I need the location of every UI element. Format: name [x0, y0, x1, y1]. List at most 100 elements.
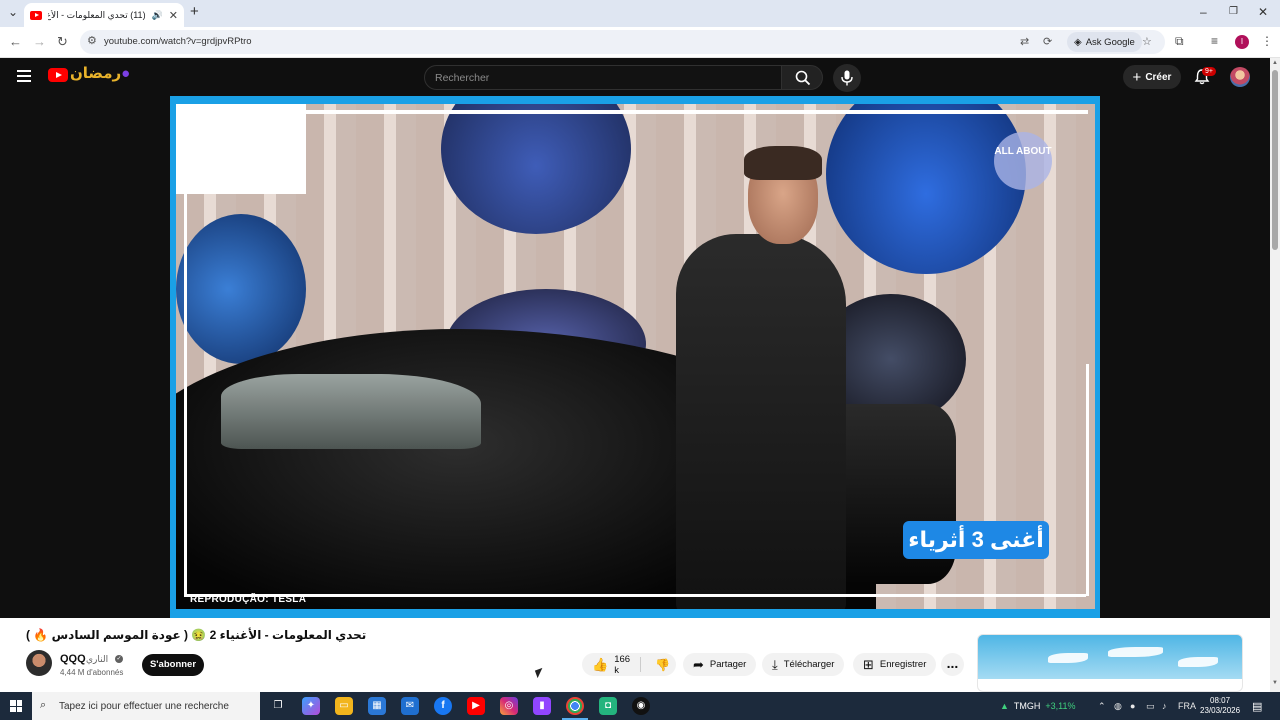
chat-app-icon[interactable]: ◘: [599, 697, 617, 715]
ask-google-button[interactable]: ◈ Ask Google: [1067, 32, 1142, 52]
frame-line: [184, 594, 1086, 597]
media-controls-icon[interactable]: ≡: [1211, 34, 1218, 48]
scroll-down-icon[interactable]: ▼: [1272, 680, 1278, 686]
stock-widget[interactable]: ▲ TMGH +3,11%: [1000, 701, 1076, 711]
volume-icon[interactable]: ♪: [1162, 701, 1167, 711]
url-text[interactable]: youtube.com/watch?v=grdjpvRPtro: [104, 36, 252, 47]
download-button[interactable]: ⤓ Télécharger: [762, 653, 845, 676]
clock-time: 08:07: [1210, 696, 1231, 705]
reload-icon[interactable]: ↻: [57, 34, 68, 50]
network-icon[interactable]: ▭: [1146, 701, 1155, 712]
obs-icon[interactable]: ◉: [632, 697, 650, 715]
google-lens-icon: ◈: [1074, 36, 1082, 48]
youtube-app-icon[interactable]: ▶: [467, 697, 485, 715]
more-actions-button[interactable]: ...: [941, 653, 964, 676]
subscribe-button[interactable]: S'abonner: [142, 654, 204, 676]
instagram-icon[interactable]: ◎: [500, 697, 518, 715]
minimize-icon[interactable]: –: [1200, 5, 1207, 19]
create-label: Créer: [1145, 71, 1172, 83]
account-avatar[interactable]: [1230, 67, 1250, 87]
download-label: Télécharger: [783, 659, 835, 670]
sidebar-recommendation-card[interactable]: [977, 634, 1243, 692]
show-hidden-icons-icon[interactable]: ⌃: [1098, 701, 1106, 712]
search-icon: ⌕: [40, 699, 47, 711]
notification-count-badge: 9+: [1202, 67, 1216, 76]
voice-search-button[interactable]: [833, 64, 861, 92]
twitch-icon[interactable]: ▮: [533, 697, 551, 715]
forward-icon[interactable]: →: [33, 34, 46, 49]
car-shape: [441, 104, 631, 234]
notification-center-icon[interactable]: ▤: [1252, 700, 1262, 713]
thumbs-down-icon: 👎: [655, 657, 670, 672]
audio-playing-icon[interactable]: 🔊: [152, 10, 163, 21]
browser-toolbar: ← → ↻ ⚙ youtube.com/watch?v=grdjpvRPtro …: [0, 27, 1280, 58]
subscriber-count: 4,44 M d'abonnés: [60, 668, 124, 677]
file-explorer-icon[interactable]: ▭: [335, 697, 353, 715]
task-view-icon[interactable]: ❐: [269, 697, 287, 715]
create-button[interactable]: + Créer: [1123, 65, 1181, 89]
back-icon[interactable]: ←: [9, 34, 22, 49]
frame-line: [1086, 364, 1089, 596]
car-shape: [826, 104, 1026, 274]
start-button[interactable]: [0, 692, 32, 720]
search-placeholder: Rechercher: [435, 72, 490, 84]
white-corner-block: [176, 104, 306, 194]
language-indicator[interactable]: FRA: [1178, 701, 1196, 711]
frame-line: [184, 194, 187, 594]
extensions-icon[interactable]: ⧉: [1175, 34, 1184, 49]
channel-name[interactable]: QQQ: [60, 653, 86, 665]
restore-icon[interactable]: ❐: [1229, 6, 1238, 17]
channel-avatar[interactable]: [26, 650, 52, 676]
new-tab-icon[interactable]: +: [190, 3, 199, 20]
scrollbar-thumb[interactable]: [1272, 70, 1278, 250]
browser-tab-strip: ⌄ (11) تحدي المعلومات - الأغ... 🔊 ✕ + – …: [0, 0, 1280, 27]
channel-name-arabic[interactable]: الناري: [86, 654, 108, 665]
youtube-logo-icon[interactable]: [48, 68, 68, 82]
page-scrollbar[interactable]: ▲ ▼: [1270, 58, 1280, 692]
frame-line: [306, 110, 1088, 114]
lens-icon[interactable]: ⟳: [1043, 35, 1052, 48]
save-button[interactable]: ⊞ Enregistrer: [853, 653, 937, 676]
profile-avatar[interactable]: I: [1235, 35, 1249, 49]
system-clock[interactable]: 08:07 23/03/2026: [1200, 696, 1240, 716]
search-input[interactable]: Rechercher: [424, 65, 782, 90]
recommendation-thumbnail: [978, 635, 1242, 679]
youtube-favicon-icon: [30, 10, 42, 20]
like-button[interactable]: 👍 166 k: [582, 654, 642, 676]
car-window-shape: [221, 374, 481, 449]
tab-close-icon[interactable]: ✕: [169, 9, 178, 22]
search-button[interactable]: [781, 65, 823, 90]
window-close-icon[interactable]: ✕: [1258, 5, 1268, 19]
menu-kebab-icon[interactable]: ⋮: [1261, 34, 1273, 48]
stock-trend-icon: ▲: [1000, 701, 1009, 711]
microsoft-store-icon[interactable]: ▦: [368, 697, 386, 715]
person-figure: [676, 234, 846, 609]
bookmark-star-icon[interactable]: ☆: [1142, 35, 1152, 48]
tab-search-icon[interactable]: ⌄: [8, 5, 18, 19]
facebook-icon[interactable]: f: [434, 697, 452, 715]
browser-tab[interactable]: (11) تحدي المعلومات - الأغ... 🔊 ✕: [24, 3, 184, 27]
save-label: Enregistrer: [879, 659, 927, 670]
mail-icon[interactable]: ✉: [401, 697, 419, 715]
translate-icon[interactable]: ⇄: [1020, 35, 1029, 48]
copilot-icon[interactable]: ✦: [302, 697, 320, 715]
chrome-icon[interactable]: [562, 697, 588, 720]
youtube-doodle-logo[interactable]: رمضان●: [70, 64, 130, 82]
tab-title: (11) تحدي المعلومات - الأغ...: [48, 9, 146, 20]
download-icon: ⤓: [772, 656, 778, 672]
plus-icon: +: [1132, 68, 1142, 86]
site-info-icon[interactable]: ⚙: [87, 34, 97, 47]
video-caption-overlay: أغنى 3 أثرياء: [903, 521, 1049, 559]
menu-hamburger-icon[interactable]: [17, 70, 31, 82]
taskbar-search-box[interactable]: ⌕ Tapez ici pour effectuer une recherche: [32, 692, 260, 720]
microphone-tray-icon[interactable]: ●: [1130, 701, 1135, 711]
video-metadata: تحدي المعلومات - الأغنياء 2 🤢 ( عودة الم…: [0, 618, 1270, 692]
address-bar[interactable]: ⚙ youtube.com/watch?v=grdjpvRPtro ⇄ ⟳ ◈ …: [80, 30, 1165, 54]
share-arrow-icon: ➦: [693, 656, 704, 672]
scroll-up-icon[interactable]: ▲: [1272, 60, 1278, 66]
windows-taskbar: ⌕ Tapez ici pour effectuer une recherche…: [0, 692, 1280, 720]
camera-icon[interactable]: ◍: [1114, 701, 1122, 712]
dislike-button[interactable]: 👎: [647, 658, 678, 672]
video-player[interactable]: ALL ABOUT أغنى 3 أثرياء REPRODUÇÃO: TESL…: [170, 96, 1100, 618]
share-button[interactable]: ➦ Partager: [683, 653, 757, 676]
